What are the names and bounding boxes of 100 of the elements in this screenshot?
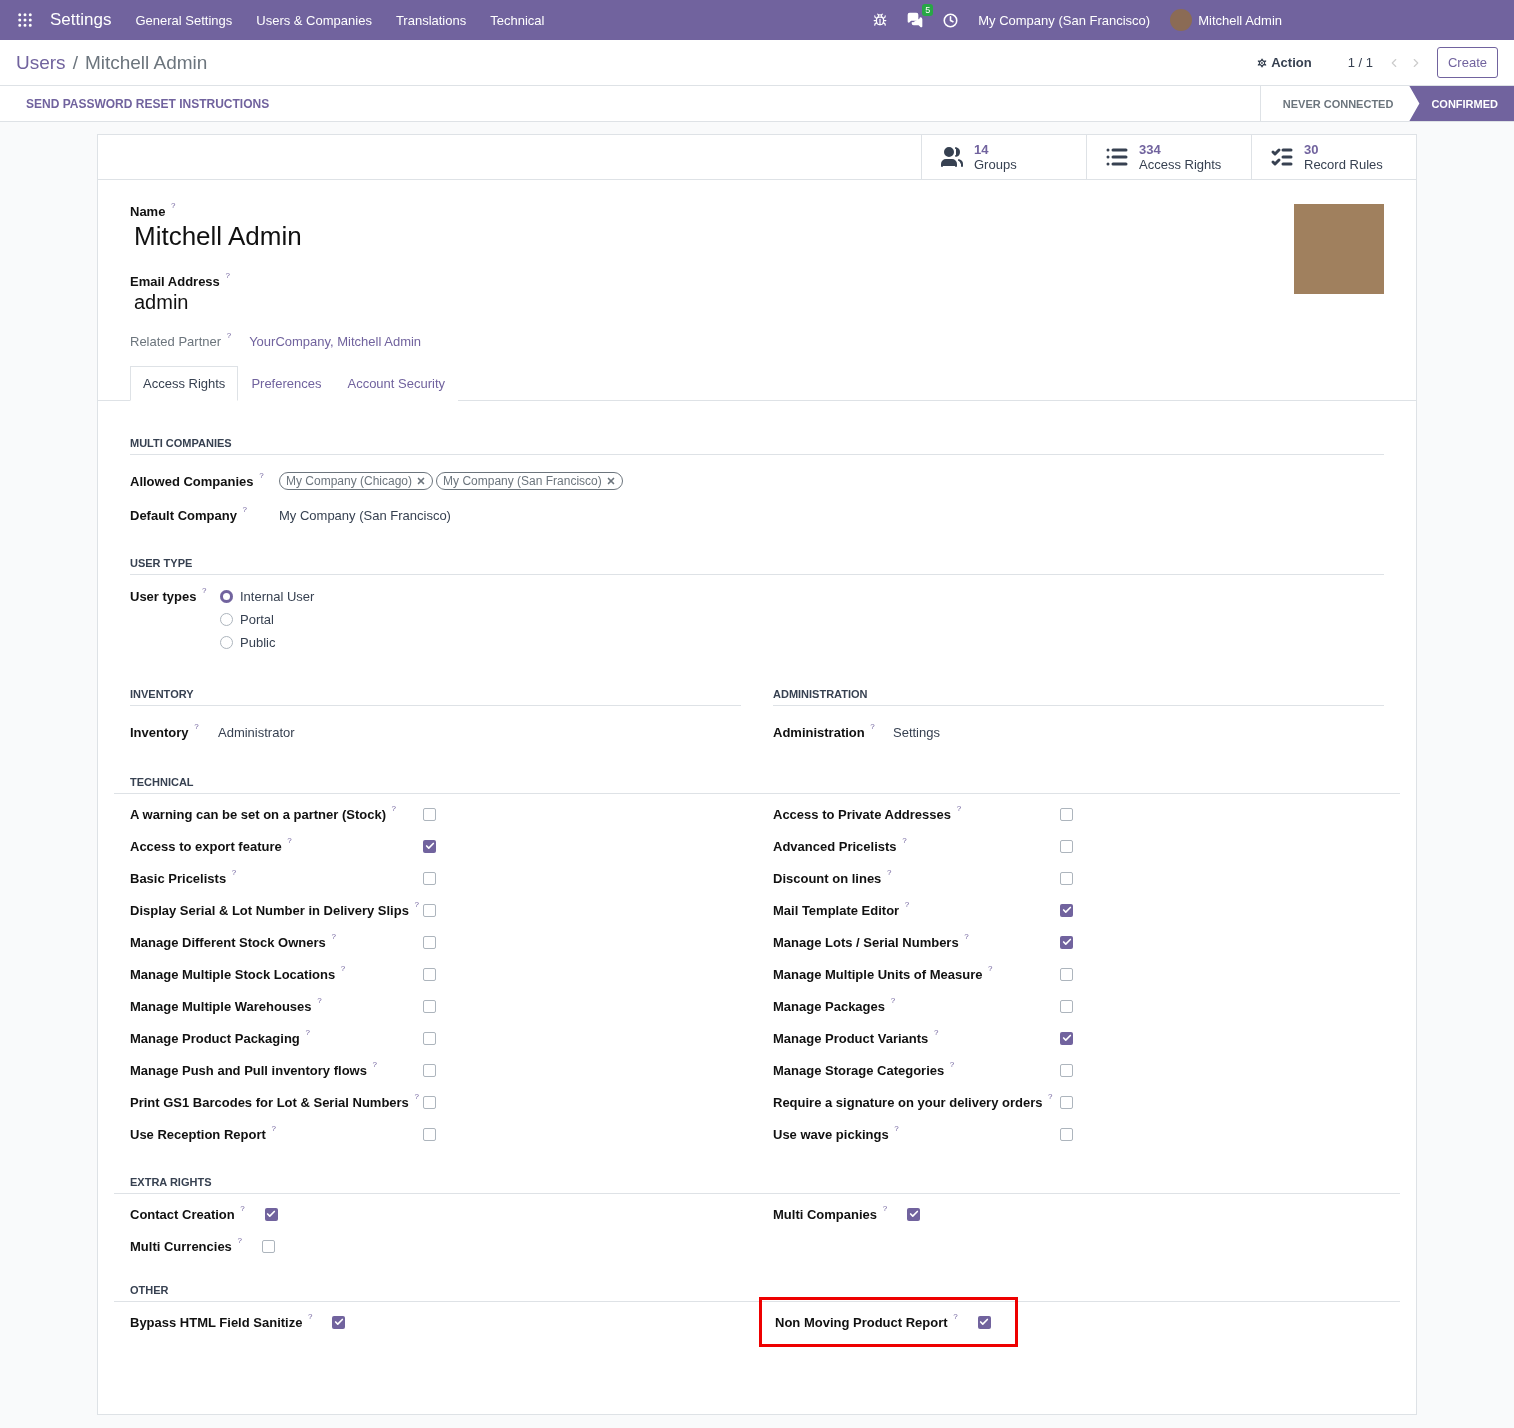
gear-icon (1256, 56, 1269, 69)
remove-icon[interactable] (605, 476, 616, 486)
checkbox[interactable] (1060, 1063, 1073, 1077)
field-value: My Company (San Francisco) (279, 507, 451, 523)
radio-label: Public (240, 635, 276, 650)
checkbox[interactable] (332, 1315, 346, 1329)
checkbox-label: Advanced Pricelists $^{?}$ (773, 838, 908, 854)
radio-button[interactable] (220, 613, 233, 626)
checkbox[interactable] (1060, 999, 1073, 1013)
partner-link[interactable]: YourCompany, Mitchell Admin (249, 334, 422, 349)
checkbox[interactable] (1060, 839, 1073, 853)
checkbox-label: Require a signature on your delivery orders $^{?}$ (773, 1094, 1054, 1110)
nav-menu-item[interactable]: General Settings (135, 12, 233, 28)
radio-button[interactable] (220, 590, 233, 603)
radio-label: Portal (240, 612, 274, 627)
checkbox-label: Manage Multiple Units of Measure $^{?}$ (773, 966, 994, 982)
checkbox-label: Access to Private Addresses $^{?}$ (773, 806, 963, 822)
field-label: Related Partner $^{?}$ (130, 334, 232, 349)
checkbox-label: Basic Pricelists $^{?}$ (130, 870, 238, 886)
checkbox[interactable] (423, 1127, 436, 1141)
checkbox[interactable] (1060, 807, 1073, 821)
checkbox-label: A warning can be set on a partner (Stock) $^{?}$ (130, 806, 398, 822)
nav-menu-item[interactable]: Technical (490, 12, 545, 28)
checkbox-label: Multi Companies $^{?}$ (773, 1206, 888, 1222)
status-step[interactable]: CONFIRMED (1409, 86, 1514, 121)
field-label: User types $^{?}$ (130, 589, 208, 604)
checkbox[interactable] (1060, 903, 1073, 917)
field-label: Allowed Companies $^{?}$ (130, 473, 265, 489)
checkbox[interactable] (423, 999, 436, 1013)
checkbox-label: Manage Multiple Warehouses $^{?}$ (130, 998, 323, 1014)
section-title: INVENTORY (130, 688, 741, 706)
checkbox-label: Print GS1 Barcodes for Lot & Serial Numbers $^{?}$ (130, 1094, 420, 1110)
radio-label: Internal User (240, 589, 315, 604)
nav-menu-item[interactable]: Users & Companies (256, 12, 372, 28)
action-button[interactable]: Action (1250, 54, 1318, 71)
field-label: Email Address $^{?}$ (130, 274, 231, 289)
checkbox[interactable] (977, 1315, 991, 1329)
checkbox-label: Discount on lines $^{?}$ (773, 870, 893, 886)
checkbox-label: Manage Product Variants $^{?}$ (773, 1030, 940, 1046)
checkbox[interactable] (423, 807, 436, 821)
breadcrumb-current: Mitchell Admin (84, 51, 208, 74)
user-menu[interactable]: Mitchell Admin (1198, 12, 1282, 28)
checkbox-label: Manage Different Stock Owners $^{?}$ (130, 934, 337, 950)
checkbox[interactable] (423, 839, 436, 853)
email-value: admin (134, 291, 190, 314)
checkbox[interactable] (423, 967, 436, 981)
checkbox-label: Use Reception Report $^{?}$ (130, 1126, 277, 1142)
nav-menu-item[interactable]: Translations (395, 12, 467, 28)
field-label: Inventory $^{?}$ (130, 724, 200, 740)
radio-button[interactable] (220, 636, 233, 649)
field-label: Name $^{?}$ (130, 204, 177, 219)
chat-icon[interactable] (907, 12, 924, 28)
checkbox-label: Manage Lots / Serial Numbers $^{?}$ (773, 934, 970, 950)
checkbox[interactable] (264, 1207, 278, 1221)
checkbox-label: Mail Template Editor $^{?}$ (773, 902, 911, 918)
checkbox[interactable] (423, 1031, 436, 1045)
checkbox[interactable] (907, 1207, 921, 1221)
checkbox[interactable] (423, 1095, 436, 1109)
section-title: OTHER (114, 1284, 1400, 1302)
checkbox[interactable] (1060, 935, 1073, 949)
app-name[interactable]: Settings (50, 10, 112, 30)
create-button[interactable]: Create (1436, 47, 1498, 78)
checkbox[interactable] (1060, 967, 1073, 981)
checkbox-label: Manage Multiple Stock Locations $^{?}$ (130, 966, 347, 982)
checkbox[interactable] (1060, 1095, 1073, 1109)
field-value: Administrator (218, 724, 295, 740)
checkbox[interactable] (1060, 871, 1073, 885)
checkbox-label: Non Moving Product Report $^{?}$ (775, 1314, 958, 1330)
checkbox-label: Multi Currencies $^{?}$ (130, 1238, 242, 1254)
checkbox[interactable] (423, 935, 436, 949)
checkbox-label: Manage Product Packaging $^{?}$ (130, 1030, 311, 1046)
reset-password-button[interactable]: SEND PASSWORD RESET INSTRUCTIONS (0, 96, 296, 111)
field-label: Administration $^{?}$ (773, 724, 876, 740)
checkbox-label: Bypass HTML Field Sanitize $^{?}$ (130, 1314, 313, 1330)
field-value: Settings (893, 724, 940, 740)
checkbox-label: Use wave pickings $^{?}$ (773, 1126, 900, 1142)
checkbox[interactable] (423, 903, 436, 917)
bug-icon[interactable] (873, 13, 888, 27)
checkbox[interactable] (423, 871, 436, 885)
checkbox[interactable] (423, 1063, 436, 1077)
checkbox-label: Manage Storage Categories $^{?}$ (773, 1062, 956, 1078)
users-icon (940, 145, 964, 169)
checkbox[interactable] (1060, 1127, 1073, 1141)
checkbox[interactable] (261, 1239, 275, 1253)
section-title: EXTRA RIGHTS (114, 1176, 1400, 1194)
user-avatar[interactable] (1170, 9, 1193, 31)
checkbox-label: Display Serial & Lot Number in Delivery Slips $^{?}$ (130, 902, 420, 918)
breadcrumb-separator: / (72, 51, 78, 74)
tab[interactable]: Access Rights (130, 366, 239, 401)
name-value: Mitchell Admin (134, 221, 303, 252)
clock-icon[interactable] (943, 12, 959, 28)
apps-menu-icon[interactable] (16, 11, 34, 29)
breadcrumb-link[interactable]: Users (16, 51, 66, 74)
company-switcher[interactable]: My Company (San Francisco) (978, 12, 1151, 28)
checkbox[interactable] (1060, 1031, 1073, 1045)
remove-icon[interactable] (416, 476, 427, 486)
field-label: Default Company $^{?}$ (130, 507, 248, 523)
checkbox-label: Manage Push and Pull inventory flows $^{?}$ (130, 1062, 378, 1078)
section-title: ADMINISTRATION (773, 688, 1384, 706)
checkbox-label: Manage Packages $^{?}$ (773, 998, 897, 1014)
